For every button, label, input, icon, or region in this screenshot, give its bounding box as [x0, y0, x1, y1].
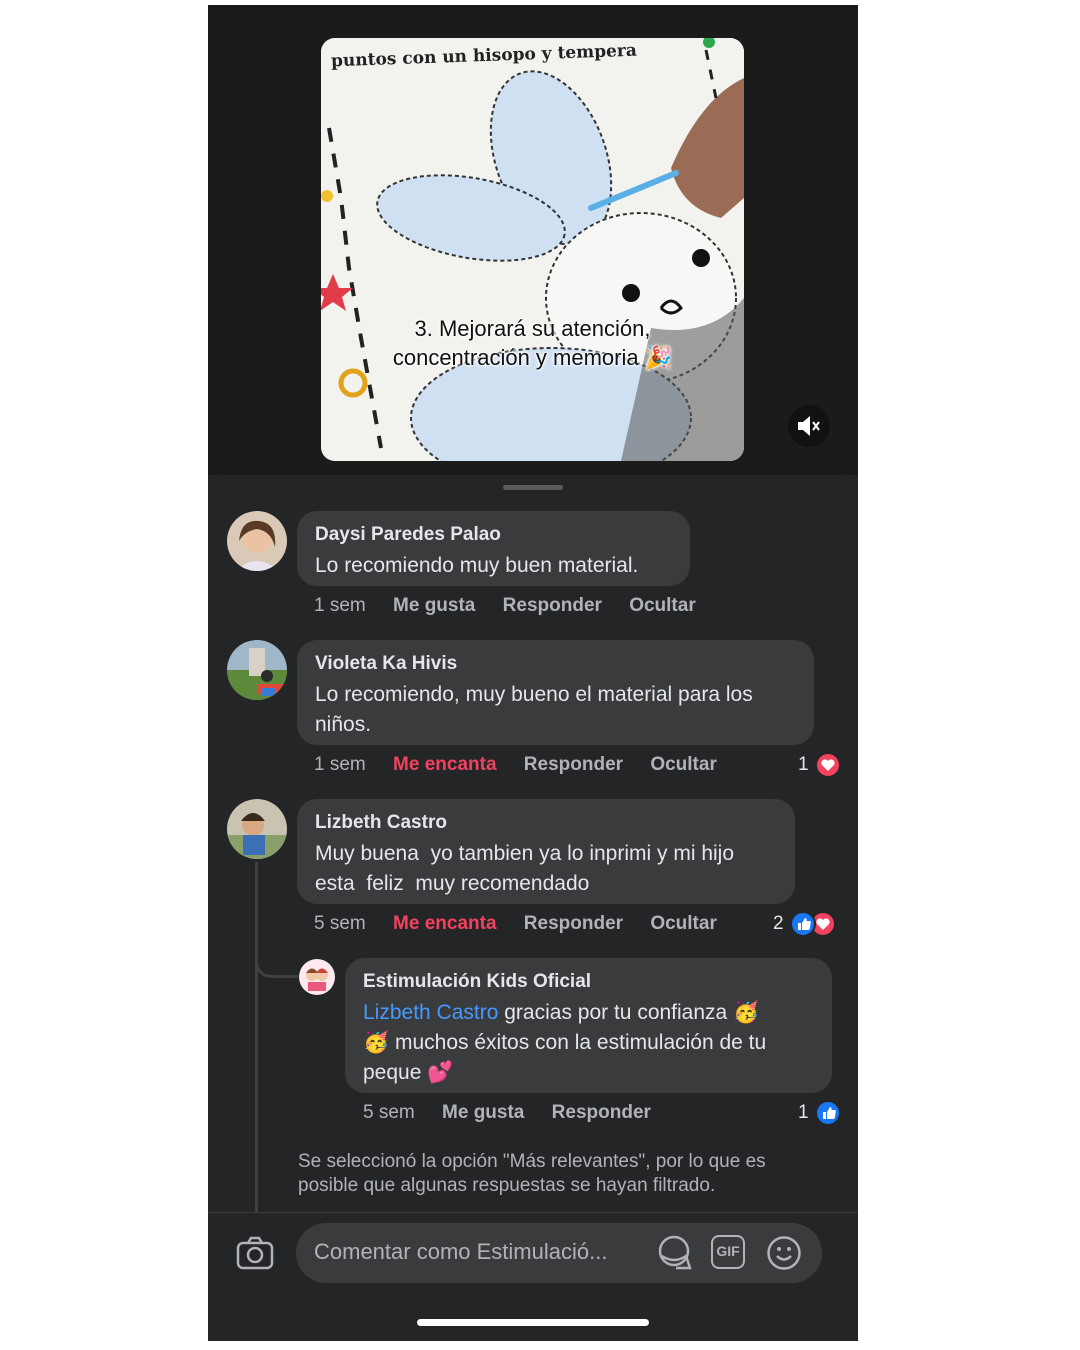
avatar-daysi-image — [227, 511, 287, 571]
comment-bubble[interactable]: Daysi Paredes Palao Lo recomiendo muy bu… — [297, 511, 690, 586]
reply-actions: 5 sem Me gusta Responder — [363, 1102, 673, 1124]
comment-time: 5 sem — [314, 913, 366, 934]
phone-screen: puntos con un hisopo y tempera 3. Mejora… — [208, 5, 858, 1341]
comment-author[interactable]: Daysi Paredes Palao — [315, 523, 672, 547]
mute-button[interactable] — [788, 405, 830, 447]
avatar-lizbeth-image — [227, 799, 287, 859]
reply-button[interactable]: Responder — [503, 595, 602, 616]
avatar-sticker-icon — [658, 1235, 692, 1270]
hide-button[interactable]: Ocultar — [629, 595, 696, 616]
reaction-count: 1 — [798, 754, 809, 775]
comment-text-line2: esta feliz muy recomendado — [315, 872, 590, 895]
love-reaction-button[interactable]: Me encanta — [393, 913, 496, 934]
comment-author[interactable]: Violeta Ka Hivis — [315, 652, 796, 676]
home-indicator[interactable] — [417, 1319, 649, 1326]
comment-text: Lo recomiendo muy buen material. — [315, 554, 639, 577]
camera-button[interactable] — [236, 1235, 274, 1276]
video-area: puntos con un hisopo y tempera 3. Mejora… — [208, 5, 858, 475]
avatar[interactable] — [299, 959, 335, 995]
comment-bubble[interactable]: Lizbeth Castro Muy buena yo tambien ya l… — [297, 799, 795, 904]
party-face-emoji: 🥳 — [733, 1001, 760, 1024]
avatar[interactable] — [227, 511, 287, 571]
reply-bubble[interactable]: Estimulación Kids Oficial Lizbeth Castro… — [345, 958, 832, 1093]
gif-button[interactable]: GIF — [711, 1235, 745, 1269]
reply-text-c: peque — [363, 1061, 422, 1084]
comment-text: Lo recomiendo, muy bueno el material par… — [315, 680, 796, 740]
camera-icon — [236, 1236, 274, 1270]
speaker-muted-icon — [798, 416, 820, 436]
comment-text: Muy buena yo tambien ya lo inprimi y mi … — [315, 839, 777, 899]
mention-link[interactable]: Lizbeth Castro — [363, 1001, 498, 1024]
video-caption: 3. Mejorará su atención, concentración y… — [321, 314, 744, 372]
avatar-violeta-image — [227, 640, 287, 700]
comment-text-line2: niños. — [315, 713, 372, 736]
party-emoji: 🎉 — [644, 345, 673, 370]
video-frame-illustration — [321, 38, 744, 461]
love-reaction-button[interactable]: Me encanta — [393, 754, 496, 775]
comment-author[interactable]: Lizbeth Castro — [315, 811, 777, 835]
avatar[interactable] — [227, 640, 287, 700]
reply-button[interactable]: Responder — [524, 754, 623, 775]
reaction-count: 2 — [773, 913, 784, 934]
reply-button[interactable]: Responder — [524, 913, 623, 934]
thread-line — [255, 862, 258, 1212]
like-button[interactable]: Me gusta — [393, 595, 475, 616]
avatar[interactable] — [227, 799, 287, 859]
hide-button[interactable]: Ocultar — [650, 754, 717, 775]
hide-button[interactable]: Ocultar — [650, 913, 717, 934]
thread-connector — [255, 945, 298, 978]
comment-actions: 1 sem Me gusta Responder Ocultar — [314, 595, 718, 617]
avatar-estimulacion-logo — [299, 959, 335, 995]
reply-time: 5 sem — [363, 1102, 415, 1123]
comment-time: 1 sem — [314, 595, 366, 616]
smiley-icon — [767, 1236, 801, 1270]
filter-notice: Se seleccionó la opción "Más relevantes"… — [298, 1151, 766, 1196]
reply-text: Lizbeth Castro gracias por tu confianza … — [363, 998, 814, 1088]
gif-label: GIF — [716, 1243, 740, 1259]
like-thumb-icon — [814, 1100, 841, 1126]
comments-sheet: Daysi Paredes Palao Lo recomiendo muy bu… — [208, 475, 858, 1341]
reply-author[interactable]: Estimulación Kids Oficial — [363, 970, 814, 994]
reply-button[interactable]: Responder — [552, 1102, 651, 1123]
reaction-count: 1 — [798, 1102, 809, 1123]
like-thumb-icon — [789, 911, 816, 937]
reaction-summary[interactable]: 2 — [773, 911, 836, 937]
emoji-button[interactable] — [766, 1235, 802, 1276]
heart-icon — [814, 752, 841, 778]
comment-actions: 5 sem Me encanta Responder Ocultar — [314, 913, 739, 935]
party-face-emoji: 🥳 — [363, 1031, 390, 1054]
like-button[interactable]: Me gusta — [442, 1102, 524, 1123]
video-player[interactable]: puntos con un hisopo y tempera 3. Mejora… — [321, 38, 744, 461]
comment-time: 1 sem — [314, 754, 366, 775]
comment-text-line1: Lo recomiendo, muy bueno el material par… — [315, 683, 753, 706]
comment-bubble[interactable]: Violeta Ka Hivis Lo recomiendo, muy buen… — [297, 640, 814, 745]
two-hearts-emoji: 💕 — [427, 1061, 454, 1084]
comment-composer: Comentar como Estimulació... GIF — [208, 1212, 858, 1341]
reaction-summary[interactable]: 1 — [798, 752, 841, 778]
comment-input[interactable]: Comentar como Estimulació... GIF — [296, 1223, 822, 1283]
video-caption-line1: 3. Mejorará su atención, — [414, 316, 651, 341]
sheet-drag-handle[interactable] — [503, 485, 563, 490]
comment-placeholder: Comentar como Estimulació... — [314, 1239, 608, 1264]
reply-text-b: muchos éxitos con la estimulación de tu — [395, 1031, 767, 1054]
video-caption-line2: concentración y memoria — [392, 345, 639, 370]
comment-actions: 1 sem Me encanta Responder Ocultar — [314, 754, 739, 776]
avatar-sticker-button[interactable] — [656, 1234, 696, 1277]
reaction-summary[interactable]: 1 — [798, 1100, 841, 1126]
reply-text-a: gracias por tu confianza — [504, 1001, 728, 1024]
comment-text-line1: Muy buena yo tambien ya lo inprimi y mi … — [315, 842, 735, 865]
